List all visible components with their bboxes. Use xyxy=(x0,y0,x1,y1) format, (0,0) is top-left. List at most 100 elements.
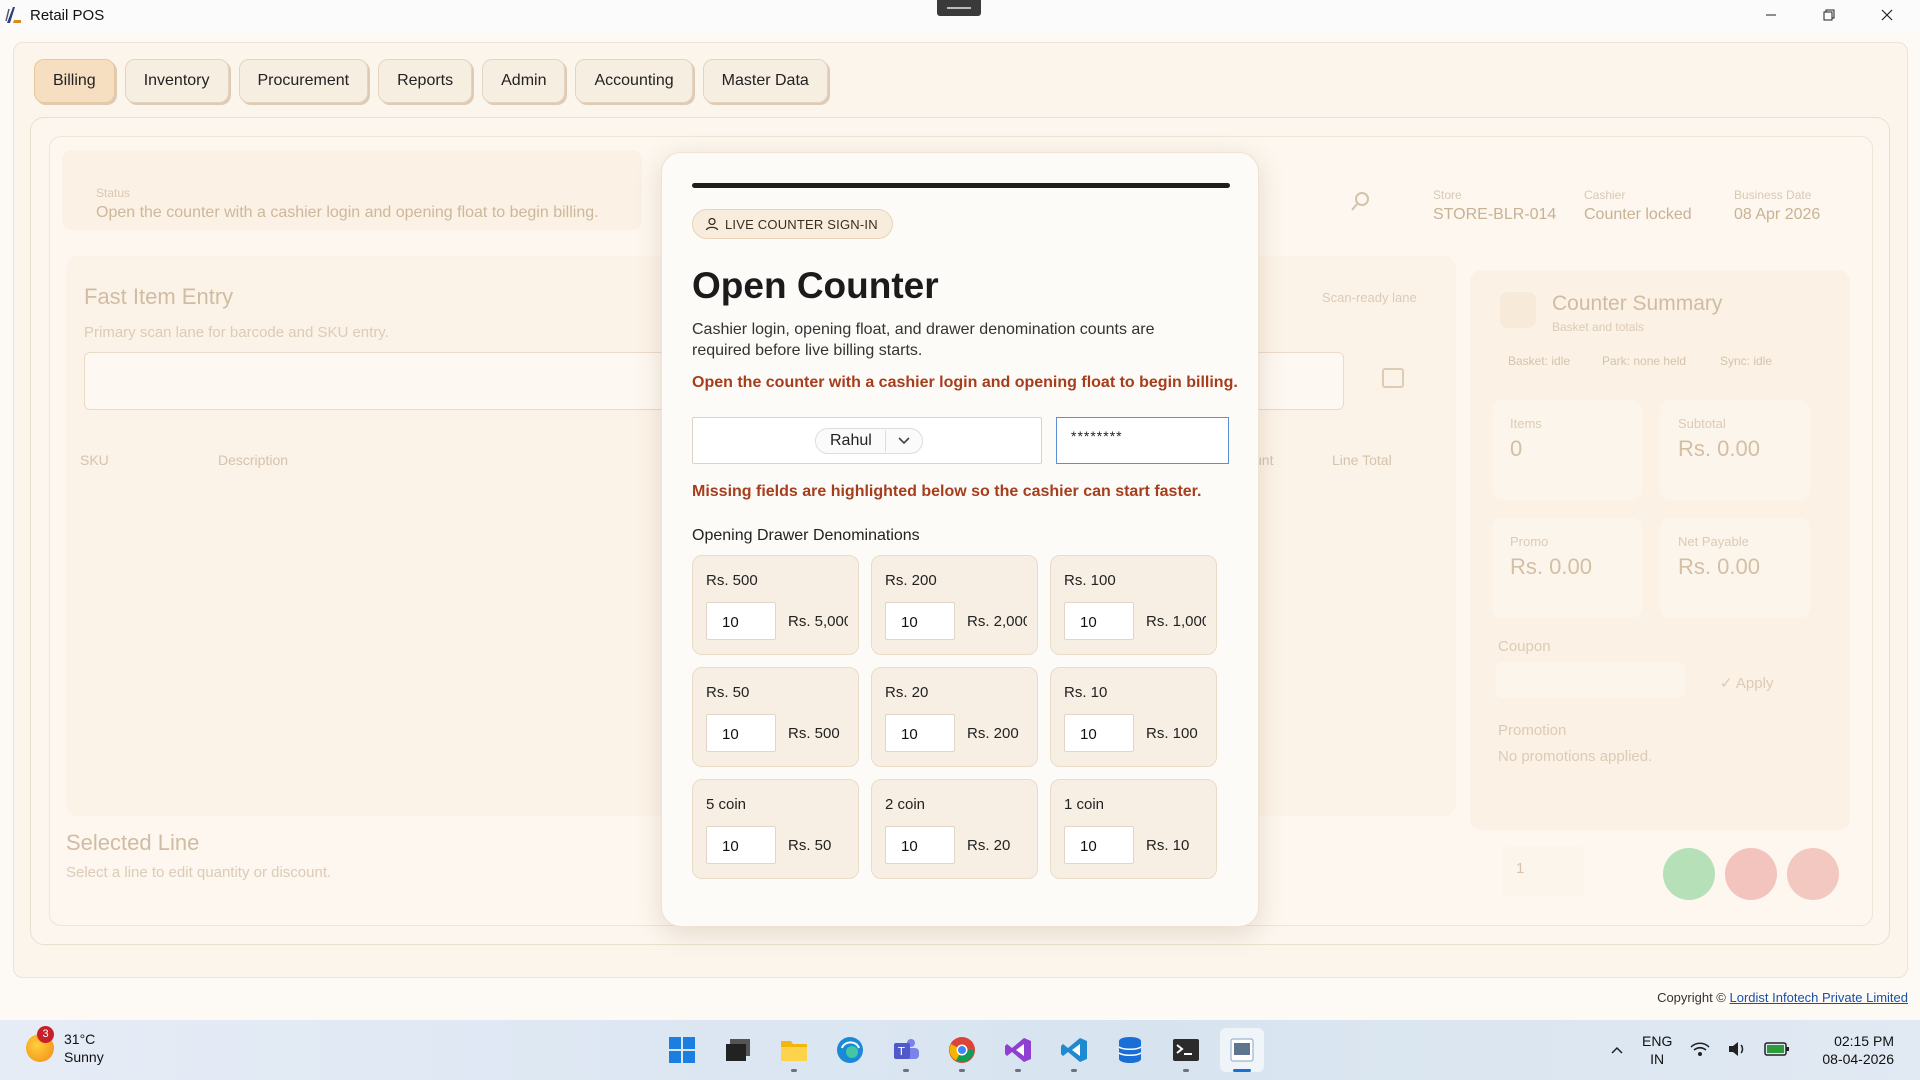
retail-pos-taskbar-icon[interactable] xyxy=(1220,1028,1264,1072)
tab-accounting[interactable]: Accounting xyxy=(575,59,693,103)
close-button[interactable] xyxy=(1858,0,1916,30)
running-indicator xyxy=(1071,1069,1077,1072)
chevron-up-icon[interactable] xyxy=(1610,1042,1624,1058)
denomination-count-input[interactable]: 10 xyxy=(706,714,776,752)
window-title: Retail POS xyxy=(30,6,105,24)
tab-reports[interactable]: Reports xyxy=(378,59,473,103)
company-link[interactable]: Lordist Infotech Private Limited xyxy=(1730,990,1908,1005)
visual-studio-icon[interactable] xyxy=(996,1028,1040,1072)
store-value: STORE-BLR-014 xyxy=(1433,206,1557,223)
sun-icon: 3 xyxy=(26,1026,54,1062)
running-indicator xyxy=(1015,1069,1021,1072)
cashier-label: Cashier xyxy=(1584,188,1626,202)
tab-billing[interactable]: Billing xyxy=(34,59,115,103)
running-indicator xyxy=(1183,1069,1189,1072)
denomination-amount: Rs. 5,000 xyxy=(788,613,848,630)
tab-master-data[interactable]: Master Data xyxy=(702,59,828,103)
basket-chip: Basket: idle xyxy=(1508,354,1571,368)
denomination-amount: Rs. 2,000 xyxy=(967,613,1027,630)
apply-coupon-button[interactable]: ✓ Apply xyxy=(1720,674,1773,692)
password-field[interactable]: ******** xyxy=(1056,417,1229,464)
language-indicator[interactable]: ENG IN xyxy=(1642,1032,1672,1068)
vscode-icon[interactable] xyxy=(1052,1028,1096,1072)
denomination-amount: Rs. 50 xyxy=(788,837,832,854)
chevron-down-icon[interactable] xyxy=(886,433,922,449)
apply-coupon-label: Apply xyxy=(1735,675,1774,692)
file-explorer-icon[interactable] xyxy=(772,1028,816,1072)
taskbar: 3 31°C Sunny T ENG IN 02:15 PM 08-04-202… xyxy=(0,1020,1920,1080)
start-icon[interactable] xyxy=(660,1028,704,1072)
notification-badge: 3 xyxy=(37,1026,54,1043)
items-card: Items 0 xyxy=(1492,400,1642,500)
close-icon xyxy=(1881,9,1893,21)
running-indicator xyxy=(959,1069,965,1072)
clock-time: 02:15 PM xyxy=(1834,1033,1894,1049)
minimize-button[interactable] xyxy=(1742,0,1800,30)
tab-admin[interactable]: Admin xyxy=(482,59,566,103)
column-sku: SKU xyxy=(80,452,109,468)
denomination-count-input[interactable]: 10 xyxy=(706,826,776,864)
barcode-scan-icon[interactable] xyxy=(1382,368,1404,388)
add-button[interactable] xyxy=(1663,848,1715,900)
denomination-count-input[interactable]: 10 xyxy=(1064,826,1134,864)
cashier-info: Cashier Counter locked xyxy=(1584,188,1692,224)
denomination-amount: Rs. 500 xyxy=(788,725,840,742)
denomination-card: Rs. 10 10 Rs. 100 xyxy=(1050,667,1217,767)
denomination-count-input[interactable]: 10 xyxy=(885,826,955,864)
denomination-card: 1 coin 10 Rs. 10 xyxy=(1050,779,1217,879)
weather-temperature: 31°C xyxy=(64,1031,96,1047)
search-icon[interactable] xyxy=(1350,190,1372,218)
counter-summary-subtitle: Basket and totals xyxy=(1552,320,1645,334)
task-view-icon[interactable] xyxy=(716,1028,760,1072)
store-label: Store xyxy=(1433,188,1462,202)
copyright-text: Copyright © xyxy=(1657,990,1726,1005)
restore-button[interactable] xyxy=(1800,0,1858,30)
dialog-description: Cashier login, opening float, and drawer… xyxy=(692,321,1155,359)
promo-value: Rs. 0.00 xyxy=(1510,554,1592,579)
denomination-count-input[interactable]: 10 xyxy=(885,602,955,640)
dialog-title: Open Counter xyxy=(692,265,939,306)
region-code: IN xyxy=(1650,1051,1665,1067)
edge-icon[interactable] xyxy=(828,1028,872,1072)
items-value: 0 xyxy=(1510,436,1523,461)
tab-procurement[interactable]: Procurement xyxy=(238,59,369,103)
quantity-value: 1 xyxy=(1516,860,1525,877)
copyright: Copyright © Lordist Infotech Private Lim… xyxy=(1657,990,1908,1005)
park-chip: Park: none held xyxy=(1602,354,1687,368)
denomination-amount: Rs. 20 xyxy=(967,837,1011,854)
denomination-card: 5 coin 10 Rs. 50 xyxy=(692,779,859,879)
svg-text:T: T xyxy=(897,1045,905,1058)
clock[interactable]: 02:15 PM 08-04-2026 xyxy=(1822,1032,1894,1068)
denomination-count-input[interactable]: 10 xyxy=(885,714,955,752)
fast-item-entry-subtitle: Primary scan lane for barcode and SKU en… xyxy=(84,324,389,341)
subtotal-value: Rs. 0.00 xyxy=(1678,436,1760,461)
cashier-dropdown[interactable]: Rahul xyxy=(815,428,923,454)
tab-inventory[interactable]: Inventory xyxy=(124,59,229,103)
volume-icon[interactable] xyxy=(1728,1041,1746,1060)
chrome-icon[interactable] xyxy=(940,1028,984,1072)
denomination-count-input[interactable]: 10 xyxy=(706,602,776,640)
denomination-amount: Rs. 200 xyxy=(967,725,1019,742)
business-date-label: Business Date xyxy=(1734,188,1812,202)
promotion-label: Promotion xyxy=(1498,722,1567,739)
coupon-input[interactable] xyxy=(1496,662,1686,698)
database-tool-icon[interactable] xyxy=(1108,1028,1152,1072)
weather-description: Sunny xyxy=(64,1049,104,1065)
denomination-count-input[interactable]: 10 xyxy=(1064,714,1134,752)
cashier-select[interactable]: Rahul xyxy=(692,417,1042,464)
weather-widget[interactable]: 3 31°C Sunny xyxy=(26,1026,104,1066)
denomination-count-input[interactable]: 10 xyxy=(1064,602,1134,640)
column-description: Description xyxy=(218,452,289,468)
title-bar: Retail POS xyxy=(0,0,1920,30)
window-drag-handle[interactable] xyxy=(937,0,981,16)
delete-button[interactable] xyxy=(1787,848,1839,900)
fast-item-entry-title: Fast Item Entry xyxy=(84,284,234,309)
wifi-icon[interactable] xyxy=(1690,1041,1710,1060)
teams-icon[interactable]: T xyxy=(884,1028,928,1072)
system-tray: ENG IN xyxy=(1610,1032,1790,1068)
remove-button[interactable] xyxy=(1725,848,1777,900)
quantity-input[interactable]: 1 xyxy=(1502,846,1584,896)
battery-icon[interactable] xyxy=(1764,1041,1790,1060)
terminal-icon[interactable] xyxy=(1164,1028,1208,1072)
promotion-value: No promotions applied. xyxy=(1498,748,1653,765)
